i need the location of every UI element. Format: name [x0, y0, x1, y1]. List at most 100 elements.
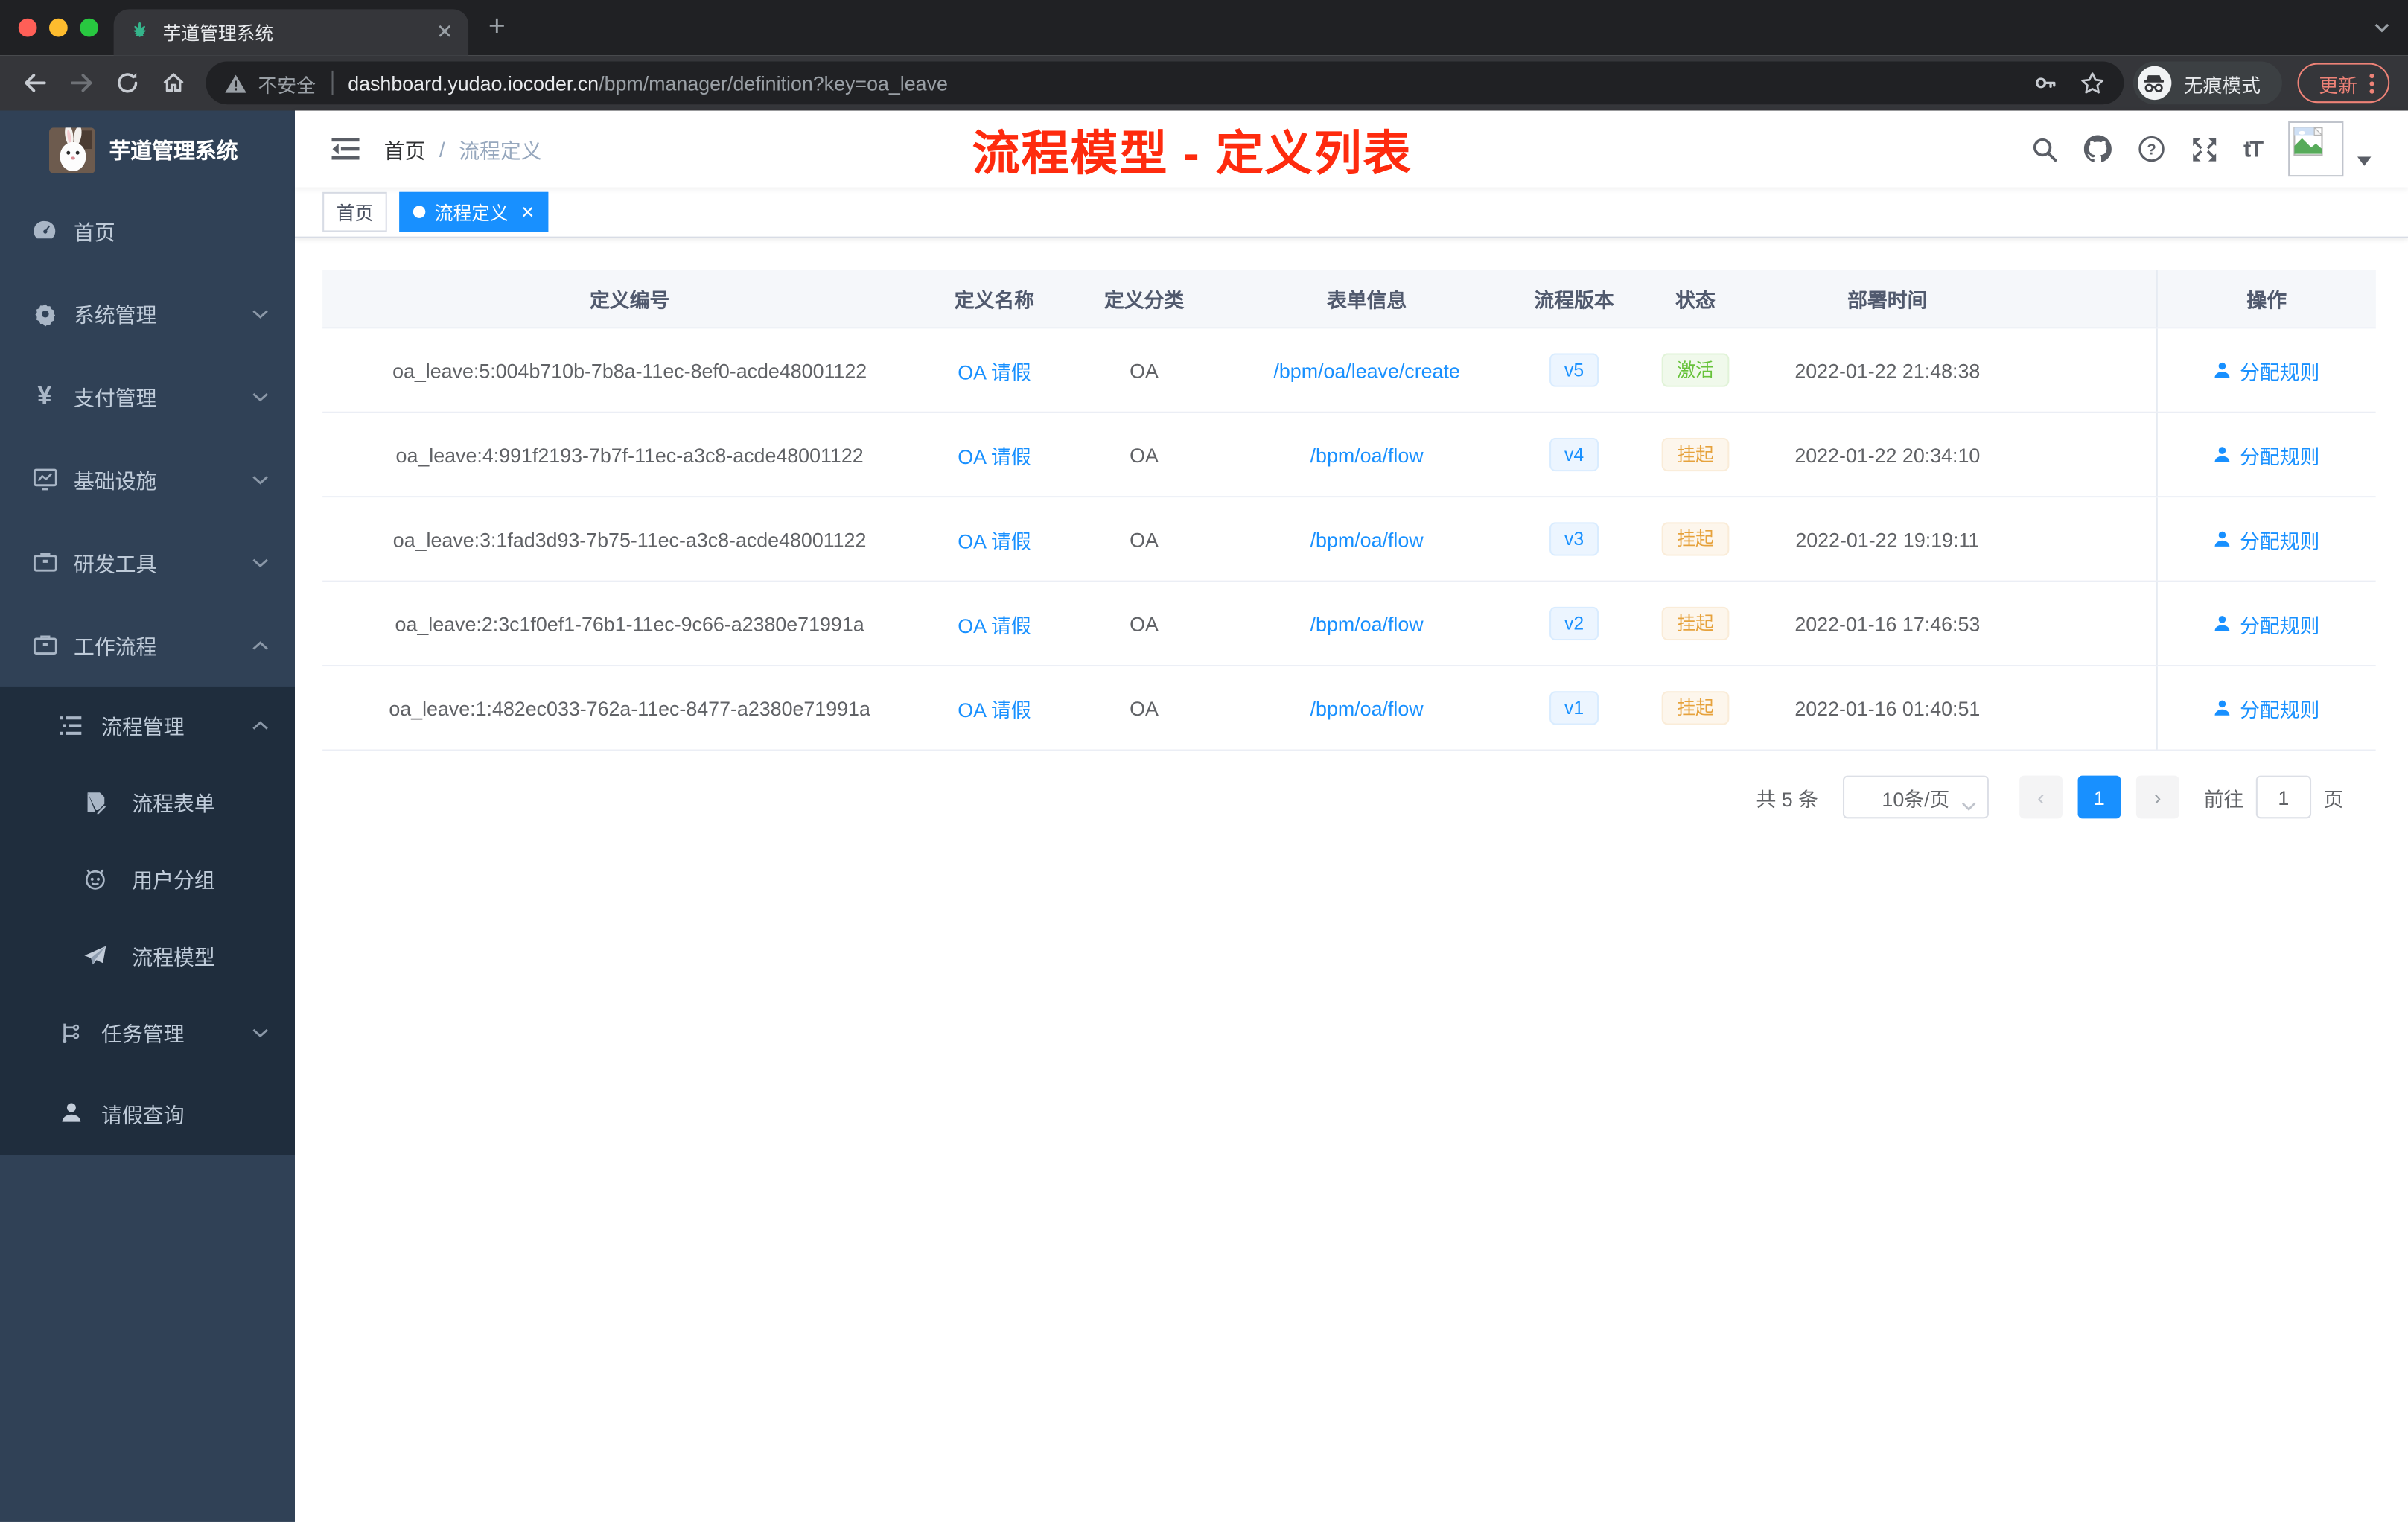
version-badge: v5	[1549, 353, 1599, 387]
current-page-button[interactable]: 1	[2077, 775, 2121, 819]
version-badge: v4	[1549, 437, 1599, 472]
chevron-down-icon	[252, 1027, 269, 1037]
tag-label: 流程定义	[434, 202, 509, 224]
password-key-icon[interactable]	[2033, 71, 2058, 95]
breadcrumb: 首页 / 流程定义	[384, 133, 542, 164]
sidebar-item-process-form[interactable]: 流程表单	[0, 763, 295, 840]
avatar-dropdown-caret-icon[interactable]	[2357, 146, 2372, 173]
minimize-window-button[interactable]	[49, 18, 68, 37]
definition-category: OA	[1130, 696, 1159, 720]
help-icon[interactable]: ?	[2138, 136, 2165, 163]
active-dot-icon	[413, 206, 426, 218]
goto-page: 前往 页	[2204, 775, 2343, 819]
assign-rule-link[interactable]: 分配规则	[2214, 609, 2319, 638]
search-icon[interactable]	[2031, 136, 2057, 162]
sidebar-item-label: 首页	[74, 221, 115, 244]
deploy-time: 2022-01-22 19:19:11	[1795, 527, 1980, 551]
total-count: 共 5 条	[1756, 787, 1818, 810]
breadcrumb-home[interactable]: 首页	[384, 133, 426, 164]
form-info-link[interactable]: /bpm/oa/flow	[1310, 443, 1424, 466]
robot-icon	[83, 867, 107, 890]
back-icon[interactable]	[13, 62, 59, 105]
github-icon[interactable]	[2083, 135, 2112, 163]
url-divider	[331, 70, 333, 95]
definition-name-link[interactable]: OA 请假	[958, 360, 1031, 383]
tag-close-icon[interactable]: ✕	[520, 202, 535, 222]
form-info-link[interactable]: /bpm/oa/flow	[1310, 696, 1424, 719]
update-label: 更新	[2319, 74, 2357, 96]
sidebar-item-home[interactable]: 首页	[0, 189, 295, 272]
sidebar-item-label: 任务管理	[101, 1022, 185, 1046]
definition-name-link[interactable]: OA 请假	[958, 698, 1031, 721]
home-icon[interactable]	[150, 62, 197, 105]
url-bar[interactable]: 不安全 dashboard.yudao.iocoder.cn /bpm/mana…	[206, 61, 2124, 105]
reload-icon[interactable]	[104, 62, 150, 105]
sidebar-item-process-management[interactable]: 流程管理	[0, 687, 295, 763]
sidebar-item-process-model[interactable]: 流程模型	[0, 917, 295, 993]
definition-name-link[interactable]: OA 请假	[958, 529, 1031, 553]
assign-rule-link[interactable]: 分配规则	[2214, 524, 2319, 553]
top-navbar: 首页 / 流程定义 流程模型 - 定义列表 ? tT	[295, 110, 2408, 188]
version-badge: v2	[1549, 606, 1599, 641]
goto-page-input[interactable]	[2255, 775, 2312, 819]
tab-close-icon[interactable]: ✕	[436, 20, 453, 45]
security-label: 不安全	[258, 74, 316, 96]
deploy-time: 2022-01-16 01:40:51	[1794, 696, 1981, 720]
col-header: 表单信息	[1326, 288, 1407, 312]
font-size-icon[interactable]: tT	[2243, 136, 2264, 162]
form-info-link[interactable]: /bpm/oa/flow	[1310, 527, 1424, 550]
assign-rule-link[interactable]: 分配规则	[2214, 355, 2319, 384]
maximize-window-button[interactable]	[80, 18, 98, 37]
svg-text:?: ?	[2147, 141, 2156, 158]
user-avatar[interactable]	[2288, 121, 2344, 177]
next-page-button[interactable]: ›	[2135, 775, 2179, 819]
form-info-link[interactable]: /bpm/oa/leave/create	[1273, 359, 1459, 382]
prev-page-button[interactable]: ‹	[2019, 775, 2063, 819]
form-info-link[interactable]: /bpm/oa/flow	[1310, 612, 1424, 635]
incognito-badge: 无痕模式	[2133, 61, 2282, 105]
fullscreen-icon[interactable]	[2191, 136, 2217, 162]
chevron-down-icon	[1961, 792, 1977, 815]
sidebar-item-label: 流程表单	[132, 792, 215, 816]
bookmark-star-icon[interactable]	[2080, 70, 2106, 96]
page-size-select[interactable]: 10条/页	[1842, 775, 1989, 819]
definition-name-link[interactable]: OA 请假	[958, 614, 1031, 637]
sidebar-item-user-group[interactable]: 用户分组	[0, 840, 295, 917]
close-window-button[interactable]	[18, 18, 37, 37]
sidebar-item-infrastructure[interactable]: 基础设施	[0, 438, 295, 520]
navbar-actions: ? tT	[2031, 121, 2372, 177]
hamburger-icon[interactable]	[331, 137, 360, 162]
assign-rule-link[interactable]: 分配规则	[2214, 440, 2319, 469]
col-header: 部署时间	[1847, 288, 1928, 312]
sidebar-item-label: 系统管理	[74, 304, 157, 328]
sidebar: 芋道管理系统 首页 系统管理 ¥ 支付管理 基础设施 研发工具 工作流程 流程管…	[0, 110, 295, 1522]
definition-category: OA	[1130, 527, 1159, 551]
definition-name-link[interactable]: OA 请假	[958, 445, 1031, 468]
sidebar-item-system[interactable]: 系统管理	[0, 272, 295, 354]
browser-update-button[interactable]: 更新	[2297, 63, 2390, 104]
browser-menu-dots-icon[interactable]	[2369, 72, 2374, 93]
tag-home[interactable]: 首页	[322, 191, 387, 232]
definition-id: oa_leave:4:991f2193-7b7f-11ec-a3c8-acde4…	[395, 443, 864, 466]
briefcase-icon	[31, 633, 58, 657]
forward-icon[interactable]	[58, 62, 104, 105]
logo-avatar	[49, 127, 95, 173]
sidebar-item-devtools[interactable]: 研发工具	[0, 520, 295, 603]
sidebar-item-leave-query[interactable]: 请假查询	[0, 1071, 295, 1155]
list-icon	[58, 715, 83, 735]
col-header: 定义分类	[1103, 288, 1185, 312]
definition-category: OA	[1130, 611, 1159, 635]
favicon-leaf-icon	[129, 22, 150, 43]
assign-rule-link[interactable]: 分配规则	[2214, 693, 2319, 722]
tag-process-definition[interactable]: 流程定义 ✕	[399, 191, 549, 232]
new-tab-button[interactable]: +	[488, 0, 506, 55]
not-secure-warning-icon	[224, 73, 247, 93]
sidebar-item-payment[interactable]: ¥ 支付管理	[0, 354, 295, 437]
sidebar-item-workflow[interactable]: 工作流程	[0, 604, 295, 687]
version-badge: v1	[1549, 691, 1599, 725]
browser-tab[interactable]: 芋道管理系统 ✕	[113, 9, 469, 56]
sidebar-item-task-management[interactable]: 任务管理	[0, 993, 295, 1070]
tags-view-bar: 首页 流程定义 ✕	[295, 187, 2408, 238]
tab-search-chevron-icon[interactable]	[2374, 0, 2390, 55]
table-row: oa_leave:2:3c1f0ef1-76b1-11ec-9c66-a2380…	[322, 582, 2376, 667]
